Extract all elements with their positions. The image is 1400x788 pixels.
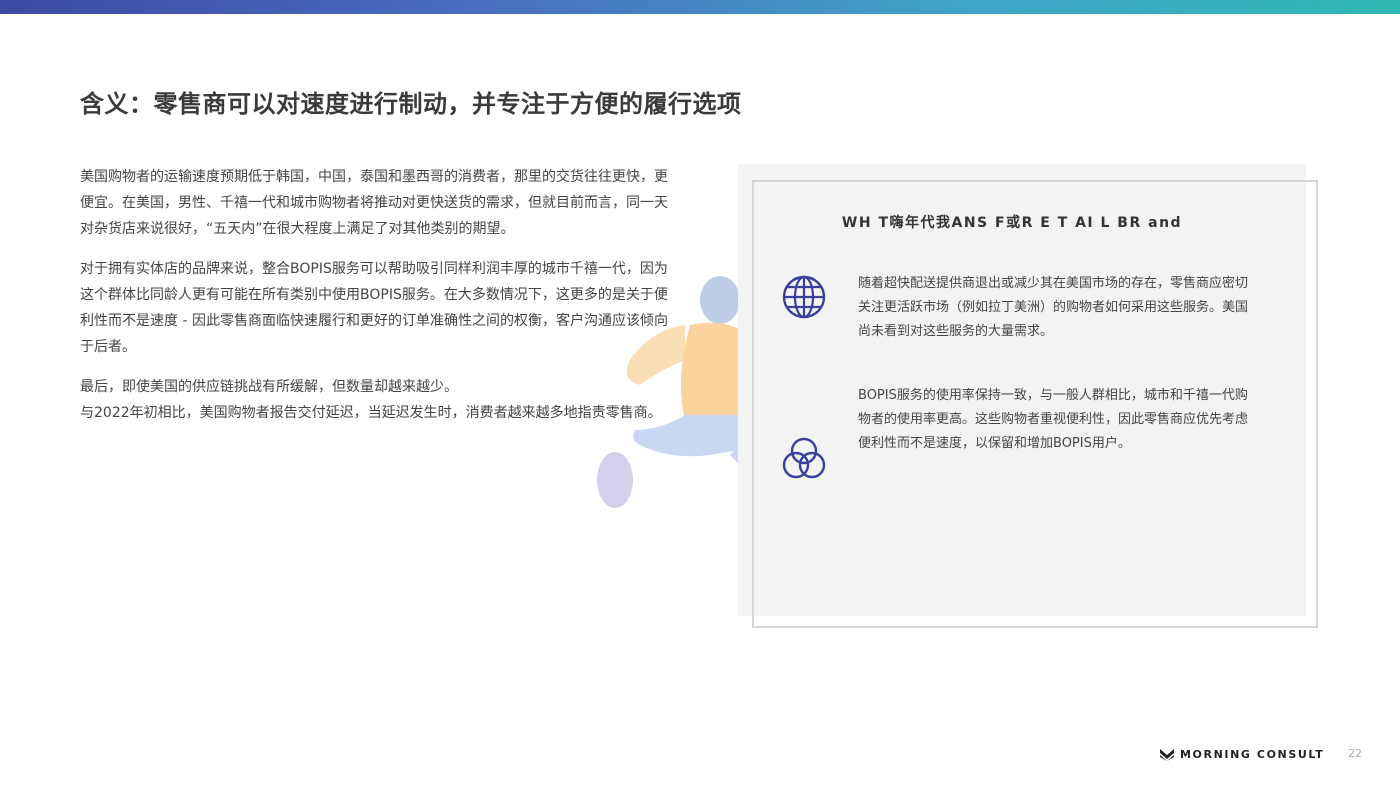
top-accent-bar	[0, 0, 1400, 14]
overlapping-circles-icon	[782, 437, 826, 479]
globe-icon	[782, 275, 826, 319]
page-title: 含义：零售商可以对速度进行制动，并专注于方便的履行选项	[80, 90, 742, 118]
panel-item-1-text: 随着超快配送提供商退出或减少其在美国市场的存在，零售商应密切关注更活跃市场（例如…	[858, 276, 1249, 339]
footer-brand: MORNING CONSULT	[1180, 748, 1325, 761]
morning-consult-logo-icon	[1160, 748, 1174, 761]
panel-item-2-text: BOPIS服务的使用率保持一致，与一般人群相比，城市和千禧一代购物者的使用率更高…	[858, 388, 1249, 451]
footer-logo: MORNING CONSULT	[1160, 748, 1324, 761]
panel-heading: WH T嗨年代我ANS F或R E T AI L BR and	[841, 215, 1183, 231]
paragraph-1: 美国购物者的运输速度预期低于韩国，中国，泰国和墨西哥的消费者，那里的交货往往更快…	[80, 169, 668, 237]
page-number: 22	[1348, 747, 1362, 760]
